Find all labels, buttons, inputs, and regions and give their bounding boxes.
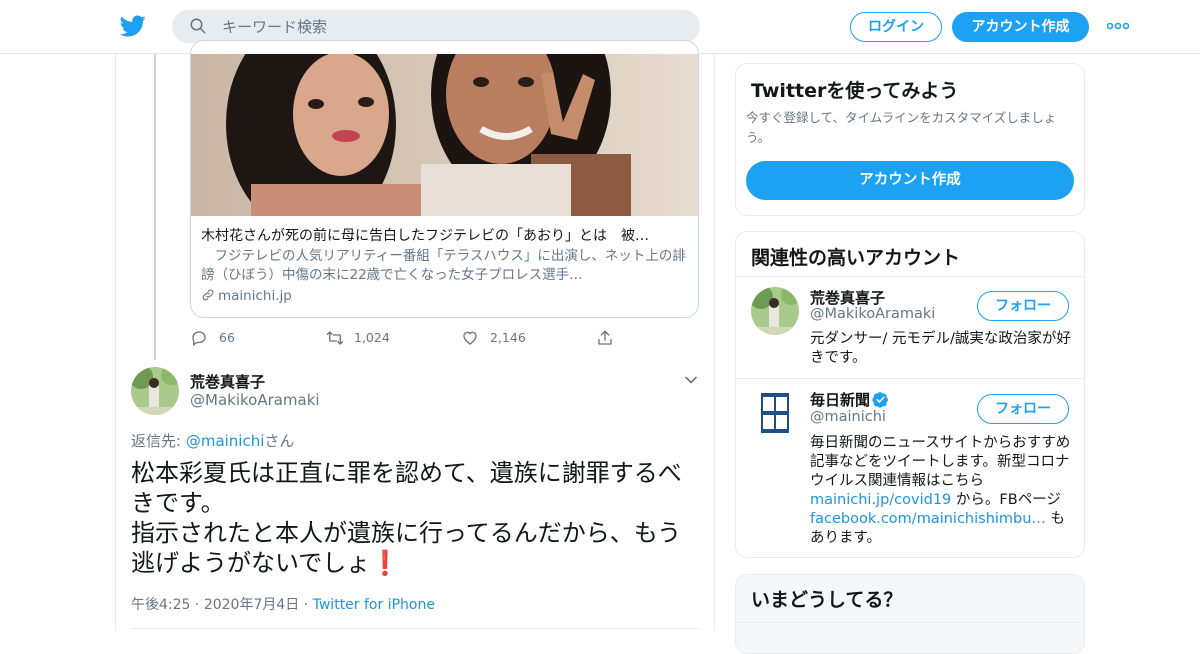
signup-promo-title: Twitterを使ってみよう <box>751 80 959 102</box>
tweet-date[interactable]: 2020年7月4日 <box>204 597 299 613</box>
link-icon <box>202 289 214 301</box>
tweet-text-line-2-wrap: 指示されたと本人が遺族に行ってるんだから、もう逃げようがないでしょ❗ <box>131 518 701 578</box>
link-preview-text[interactable]: 木村花さんが死の前に母に告白したフジテレビの「あおり」とは 被… フジテレビの人… <box>201 226 689 306</box>
signup-button[interactable]: アカウント作成 <box>952 12 1089 42</box>
author-name[interactable]: 荒巻真喜子 <box>190 371 265 392</box>
account-bio-text: 毎日新聞のニュースサイトからおすすめ記事などをツイートします。新型コロナウイルス… <box>810 435 1071 489</box>
divider <box>131 628 700 629</box>
whats-happening-panel: いまどうしてる？ <box>735 574 1085 654</box>
link-preview-description: フジテレビの人気リアリティー番組「テラスハウス」に出演し、ネット上の誹謗（ひぼう… <box>201 248 686 283</box>
covid-info-link[interactable]: mainichi.jp/covid19 <box>810 492 951 508</box>
heart-icon <box>463 331 477 345</box>
related-accounts-panel: 関連性の高いアカウント 荒巻真喜子 @MakikoAramaki フォロー 元ダ… <box>735 231 1085 558</box>
tweet-time[interactable]: 午後4:25 <box>131 597 190 613</box>
signup-promo-button[interactable]: アカウント作成 <box>746 161 1074 200</box>
account-bio-text: から。FBページ <box>951 492 1061 508</box>
divider <box>736 622 1084 623</box>
more-options-icon[interactable] <box>1107 19 1129 33</box>
divider <box>736 378 1084 379</box>
reply-to-suffix: さん <box>264 432 295 450</box>
reply-to-line: 返信先: @mainichiさん <box>131 430 294 451</box>
link-preview-title: 木村花さんが死の前に母に告白したフジテレビの「あおり」とは 被… <box>201 228 649 244</box>
account-bio: 毎日新聞のニュースサイトからおすすめ記事などをツイートします。新型コロナウイルス… <box>810 434 1072 548</box>
signup-promo-subtitle: 今すぐ登録して、タイムラインをカスタマイズしましょう。 <box>746 110 1057 145</box>
chevron-down-icon[interactable] <box>684 373 698 387</box>
link-preview-image[interactable] <box>190 54 699 216</box>
search-icon <box>190 18 206 34</box>
follow-button[interactable]: フォロー <box>977 291 1069 321</box>
parent-tweet-actions: 66 1,024 2,146 <box>190 328 620 348</box>
exclamation-emoji: ❗ <box>370 549 401 577</box>
verified-badge-icon <box>872 392 888 408</box>
tweet-text-line-2: 指示されたと本人が遺族に行ってるんだから、もう逃げようがないでしょ <box>131 519 682 577</box>
whats-happening-title: いまどうしてる？ <box>751 589 903 611</box>
retweet-count: 1,024 <box>354 330 390 345</box>
link-preview-domain-row: mainichi.jp <box>201 286 689 306</box>
retweet-icon <box>326 331 344 345</box>
tweet-body: 松本彩夏氏は正直に罪を認めて、遺族に謝罪するべきです。 指示されたと本人が遺族に… <box>131 458 701 578</box>
related-accounts-title: 関連性の高いアカウント <box>751 247 961 269</box>
account-handle[interactable]: @MakikoAramaki <box>810 306 935 322</box>
account-bio: 元ダンサー/ 元モデル/誠実な政治家が好きです。 <box>810 331 1071 366</box>
share-icon <box>598 330 612 345</box>
account-handle[interactable]: @mainichi <box>810 409 886 425</box>
reply-icon <box>192 331 206 347</box>
twitter-bird-icon[interactable] <box>119 13 147 39</box>
reply-count: 66 <box>219 330 235 345</box>
account-avatar[interactable] <box>751 389 799 437</box>
author-handle[interactable]: @MakikoAramaki <box>190 391 320 409</box>
account-name-row[interactable]: 毎日新聞 <box>810 389 889 410</box>
thread-connector-line <box>154 54 156 360</box>
search-box[interactable] <box>172 10 700 43</box>
tweet-source-link[interactable]: Twitter for iPhone <box>313 597 435 613</box>
account-name[interactable]: 毎日新聞 <box>810 391 870 409</box>
author-avatar[interactable] <box>131 367 179 415</box>
signup-promo-panel: Twitterを使ってみよう 今すぐ登録して、タイムラインをカスタマイズしましょ… <box>735 63 1085 216</box>
login-button[interactable]: ログイン <box>850 12 942 42</box>
reply-mention-link[interactable]: @mainichi <box>186 432 265 450</box>
tweet-text-line-1: 松本彩夏氏は正直に罪を認めて、遺族に謝罪するべきです。 <box>131 459 682 517</box>
like-count: 2,146 <box>490 330 526 345</box>
divider <box>736 276 1084 277</box>
tweet-metadata: 午後4:25 · 2020年7月4日 · Twitter for iPhone <box>131 597 435 613</box>
follow-button[interactable]: フォロー <box>977 394 1069 424</box>
account-avatar[interactable] <box>751 287 799 335</box>
facebook-page-link[interactable]: facebook.com/mainichishimbu… <box>810 511 1046 527</box>
search-input[interactable] <box>222 10 682 43</box>
link-preview-domain: mainichi.jp <box>218 288 292 304</box>
account-name[interactable]: 荒巻真喜子 <box>810 287 885 308</box>
reply-to-prefix: 返信先: <box>131 432 186 450</box>
